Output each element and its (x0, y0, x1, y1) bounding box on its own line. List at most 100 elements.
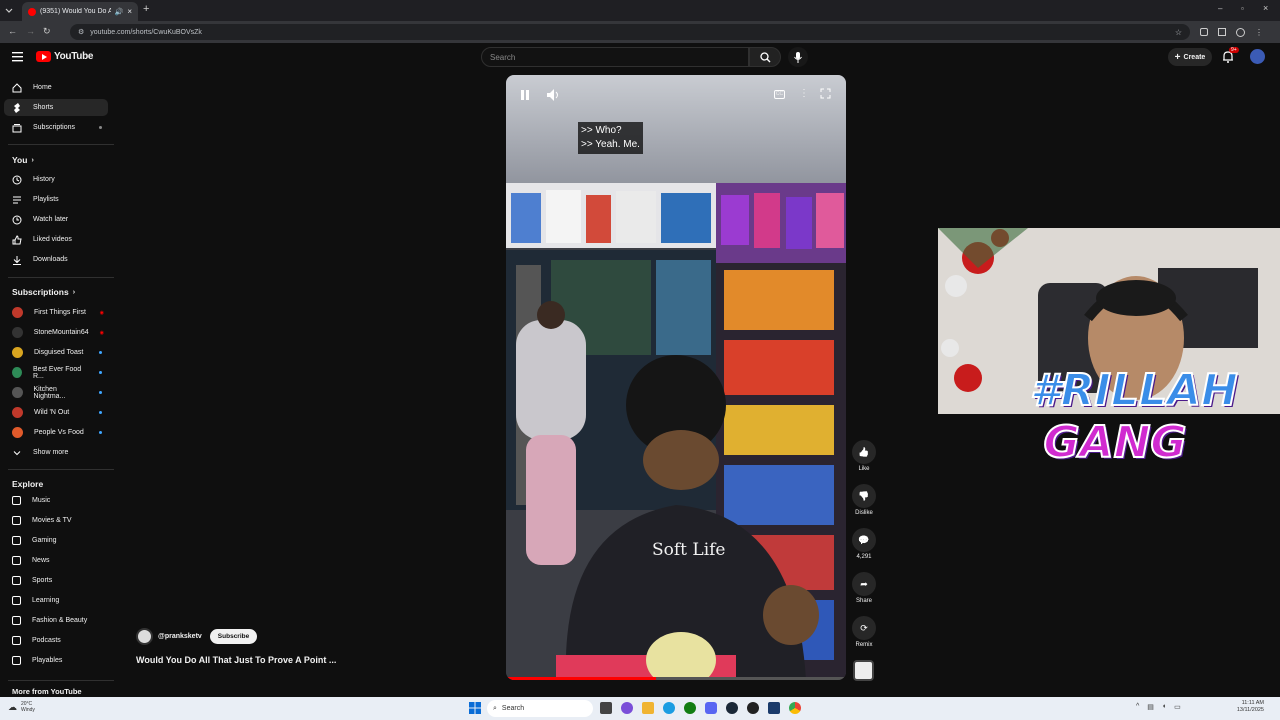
taskbar-clock[interactable]: 11:11 AM 13/11/2025 (1224, 700, 1264, 714)
pause-button[interactable] (518, 88, 532, 102)
obs-icon[interactable] (747, 702, 759, 714)
sidebar-item-news[interactable]: News (4, 552, 108, 569)
app-icon[interactable] (768, 702, 780, 714)
sidebar-subscription-item[interactable]: StoneMountain64 ◉ (4, 324, 108, 341)
edge-icon[interactable] (663, 702, 675, 714)
subscribe-button[interactable]: Subscribe (209, 629, 258, 644)
search-button[interactable] (749, 47, 781, 67)
sidebar-item-shorts[interactable]: Shorts (4, 99, 108, 116)
sidebar-subscription-item[interactable]: People Vs Food (4, 424, 108, 441)
url-text: youtube.com/shorts/CwuKuBOVsZk (90, 28, 202, 36)
tab-audio-icon[interactable]: 🔊 (115, 8, 124, 16)
sound-thumbnail[interactable] (853, 660, 874, 681)
channel-name[interactable]: @pranksketv (158, 633, 202, 640)
sidebar-item-music[interactable]: Music (4, 492, 108, 509)
sidebar-item-watch-later[interactable]: Watch later (4, 211, 108, 228)
more-options-icon[interactable]: ⋮ (799, 88, 809, 99)
tab-list-icon[interactable] (4, 5, 14, 15)
tab-close-icon[interactable]: × (127, 7, 132, 16)
channel-avatar[interactable] (136, 628, 153, 645)
sidebar-item-fashion[interactable]: Fashion & Beauty (4, 612, 108, 629)
sidebar-panel-icon[interactable] (1218, 28, 1226, 36)
minimize-button[interactable]: – (1218, 4, 1222, 13)
voice-search-button[interactable] (788, 47, 808, 67)
sidebar-item-sports[interactable]: Sports (4, 572, 108, 589)
show-more-button[interactable]: Show more (4, 444, 108, 461)
extensions-icon[interactable] (1200, 28, 1208, 36)
menu-hamburger-icon[interactable] (12, 52, 24, 62)
sidebar-item-podcasts[interactable]: Podcasts (4, 632, 108, 649)
discord-icon[interactable] (705, 702, 717, 714)
sidebar-item-home[interactable]: Home (4, 79, 108, 96)
xbox-icon[interactable] (684, 702, 696, 714)
share-button[interactable]: ➦ (852, 572, 876, 596)
dislike-button[interactable]: 👎 (852, 484, 876, 508)
like-button[interactable]: 👍 (852, 440, 876, 464)
short-title[interactable]: Would You Do All That Just To Prove A Po… (136, 655, 336, 665)
sidebar-item-learning[interactable]: Learning (4, 592, 108, 609)
search-placeholder: Search (490, 52, 516, 62)
sidebar-item-liked-videos[interactable]: Liked videos (4, 231, 108, 248)
maximize-button[interactable]: ▫ (1241, 4, 1244, 13)
new-content-dot (99, 126, 102, 129)
captions-cc-icon[interactable]: CC (774, 90, 785, 99)
back-button[interactable]: ← (8, 26, 17, 36)
sidebar-divider (8, 469, 114, 470)
new-tab-button[interactable]: + (143, 3, 149, 15)
sidebar-item-label: Home (33, 84, 52, 91)
battery-icon[interactable]: ▭ (1174, 703, 1181, 711)
sidebar-item-label: Best Ever Food R... (32, 365, 82, 380)
avatar[interactable] (1250, 49, 1265, 64)
sidebar-subscription-item[interactable]: First Things First ◉ (4, 304, 108, 321)
create-button[interactable]: + Create (1168, 48, 1212, 66)
notifications-button[interactable]: 9+ (1222, 47, 1239, 64)
network-icon[interactable]: ▤ (1147, 703, 1154, 711)
browser-tab[interactable]: (9351) Would You Do All Th 🔊 × (22, 2, 138, 21)
sidebar-item-gaming[interactable]: Gaming (4, 532, 108, 549)
forward-button[interactable]: → (26, 26, 35, 36)
search-input[interactable]: Search (481, 47, 749, 67)
windows-logo-icon (469, 702, 481, 714)
sidebar-item-movies[interactable]: Movies & TV (4, 512, 108, 529)
chrome-icon[interactable] (789, 702, 801, 714)
copilot-icon[interactable] (621, 702, 633, 714)
taskbar-search[interactable]: ⌕ Search (487, 700, 593, 717)
weather-widget[interactable]: ☁ 20°C Windy (8, 701, 35, 713)
sidebar-item-downloads[interactable]: Downloads (4, 251, 108, 268)
window-close-button[interactable]: × (1263, 3, 1268, 13)
volume-button[interactable] (546, 88, 560, 102)
file-explorer-icon[interactable] (642, 702, 654, 714)
task-view-icon[interactable] (600, 702, 612, 714)
sidebar-subscriptions-header[interactable]: Subscriptions › (12, 287, 75, 297)
youtube-logo[interactable]: YouTube (36, 51, 94, 62)
caption-line: >> Yeah. Me. (581, 139, 640, 150)
sidebar-subscription-item[interactable]: Disguised Toast (4, 344, 108, 361)
reload-button[interactable]: ↻ (43, 26, 51, 37)
shorts-video-player[interactable]: >> Who? >> Yeah. Me. Soft Life CC ⋮ (506, 75, 846, 680)
start-button[interactable] (469, 702, 481, 714)
volume-icon[interactable]: ◖ (1162, 703, 1166, 711)
comment-button[interactable]: 💬 (852, 528, 876, 552)
profile-icon[interactable] (1236, 27, 1245, 37)
sidebar-you-header[interactable]: You › (12, 155, 34, 165)
chevron-up-icon[interactable]: ^ (1136, 703, 1139, 711)
sidebar-subscription-item[interactable]: Kitchen Nightma... (4, 384, 108, 401)
bookmark-star-icon[interactable]: ☆ (1175, 28, 1182, 37)
sidebar-item-subscriptions[interactable]: Subscriptions (4, 119, 108, 136)
steam-icon[interactable] (726, 702, 738, 714)
sidebar-item-playlists[interactable]: Playlists (4, 191, 108, 208)
sidebar-subscription-item[interactable]: Wild 'N Out (4, 404, 108, 421)
fullscreen-button[interactable] (820, 88, 831, 99)
comment-icon: 💬 (858, 534, 870, 545)
sidebar-item-label: Downloads (33, 256, 68, 263)
news-icon (12, 556, 21, 565)
address-bar[interactable]: ⚙ youtube.com/shorts/CwuKuBOVsZk ☆ (70, 24, 1190, 40)
sidebar-item-playables[interactable]: Playables (4, 652, 108, 669)
sidebar-subscription-item[interactable]: Best Ever Food R... (4, 364, 108, 381)
browser-menu-icon[interactable]: ⋮ (1255, 28, 1263, 37)
remix-button[interactable]: ⟳ (852, 616, 876, 640)
like-action: 👍 Like (844, 440, 884, 472)
sidebar-item-history[interactable]: History (4, 171, 108, 188)
action-label: Remix (855, 642, 873, 648)
site-info-icon[interactable]: ⚙ (78, 28, 84, 36)
